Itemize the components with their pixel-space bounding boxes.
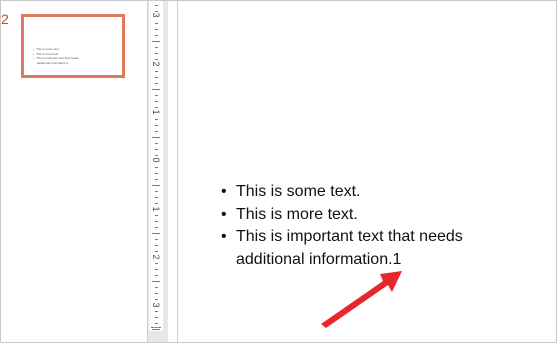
ruler-label: 1 <box>151 109 161 115</box>
ruler-tick <box>152 281 160 282</box>
ruler-tick <box>155 107 158 108</box>
ruler-label: 1 <box>151 206 161 212</box>
ruler-tick <box>155 191 158 192</box>
bullet-text: This is some text. <box>236 183 361 200</box>
ruler-tick <box>155 83 158 84</box>
bullet-item[interactable]: • This is important text that needs addi… <box>216 226 506 271</box>
bullet-item[interactable]: • This is some text. <box>216 181 506 204</box>
ruler-tick <box>152 41 160 42</box>
ruler-tick <box>155 143 158 144</box>
ruler-tick <box>155 179 158 180</box>
bullet-icon: • <box>221 205 227 223</box>
ruler-tick <box>155 119 158 120</box>
ruler-tick <box>155 11 158 12</box>
slide-thumbnail-pane[interactable]: 2 This is some text. This is more text. … <box>1 1 147 342</box>
slide-text-box[interactable]: • This is some text. • This is more text… <box>216 181 506 271</box>
ruler-bottom-margin <box>149 331 163 342</box>
ruler-tick <box>152 185 160 186</box>
ruler-tick <box>155 245 158 246</box>
ruler-label: 0 <box>151 157 161 163</box>
ruler-tick <box>155 227 158 228</box>
ruler-tick <box>155 77 158 78</box>
red-arrow-icon <box>321 271 402 328</box>
ruler-tick <box>152 89 160 90</box>
ruler-tick <box>155 95 158 96</box>
ruler-tick <box>155 59 158 60</box>
ruler-tick <box>155 47 158 48</box>
bullet-text: This is more text. <box>236 205 358 223</box>
ruler-tick <box>155 197 158 198</box>
ruler-tick <box>155 299 158 300</box>
thumbnail-text: This is some text. This is more text. Th… <box>33 47 103 65</box>
ruler-label: 2 <box>151 254 161 260</box>
ruler-tick <box>155 269 158 270</box>
bullet-icon: • <box>221 183 227 200</box>
ruler-tick <box>155 149 158 150</box>
ruler-tick <box>155 287 158 288</box>
ruler-tick <box>155 251 158 252</box>
ruler-tick <box>155 173 158 174</box>
ruler-tick <box>155 29 158 30</box>
ruler-tick <box>152 233 160 234</box>
bullet-text: This is important text that needs <box>236 228 463 245</box>
thumbnail-line: additional information.1 <box>37 60 69 65</box>
ruler-tick <box>155 323 158 324</box>
app-window: 2 This is some text. This is more text. … <box>0 0 557 343</box>
bullet-continuation-text: additional information.1 <box>236 250 402 268</box>
slide-number: 2 <box>1 11 9 27</box>
ruler-label: 2 <box>151 61 161 67</box>
ruler-tick <box>155 125 158 126</box>
ruler-tick <box>155 215 158 216</box>
ruler-tick <box>152 137 160 138</box>
ruler-tick <box>155 293 158 294</box>
ruler-tick <box>152 329 160 330</box>
slide-thumbnail[interactable]: This is some text. This is more text. Th… <box>21 14 125 78</box>
bullet-item[interactable]: • This is more text. <box>216 204 506 227</box>
bullet-icon: • <box>221 228 227 245</box>
ruler-tick <box>155 53 158 54</box>
ruler-tick <box>155 263 158 264</box>
ruler-tick <box>155 5 158 6</box>
ruler-tick <box>155 71 158 72</box>
ruler-divider <box>177 1 178 342</box>
ruler-tick <box>155 35 158 36</box>
ruler-tick <box>155 101 158 102</box>
ruler-tick <box>155 275 158 276</box>
ruler-tick <box>155 221 158 222</box>
ruler-tick <box>155 23 158 24</box>
ruler-tick <box>155 155 158 156</box>
ruler-tick <box>155 203 158 204</box>
ruler-tick <box>155 131 158 132</box>
ruler-tick <box>155 317 158 318</box>
ruler-tick <box>155 167 158 168</box>
ruler-tick <box>155 239 158 240</box>
ruler-label: 3 <box>151 302 161 308</box>
ruler-tick <box>155 311 158 312</box>
